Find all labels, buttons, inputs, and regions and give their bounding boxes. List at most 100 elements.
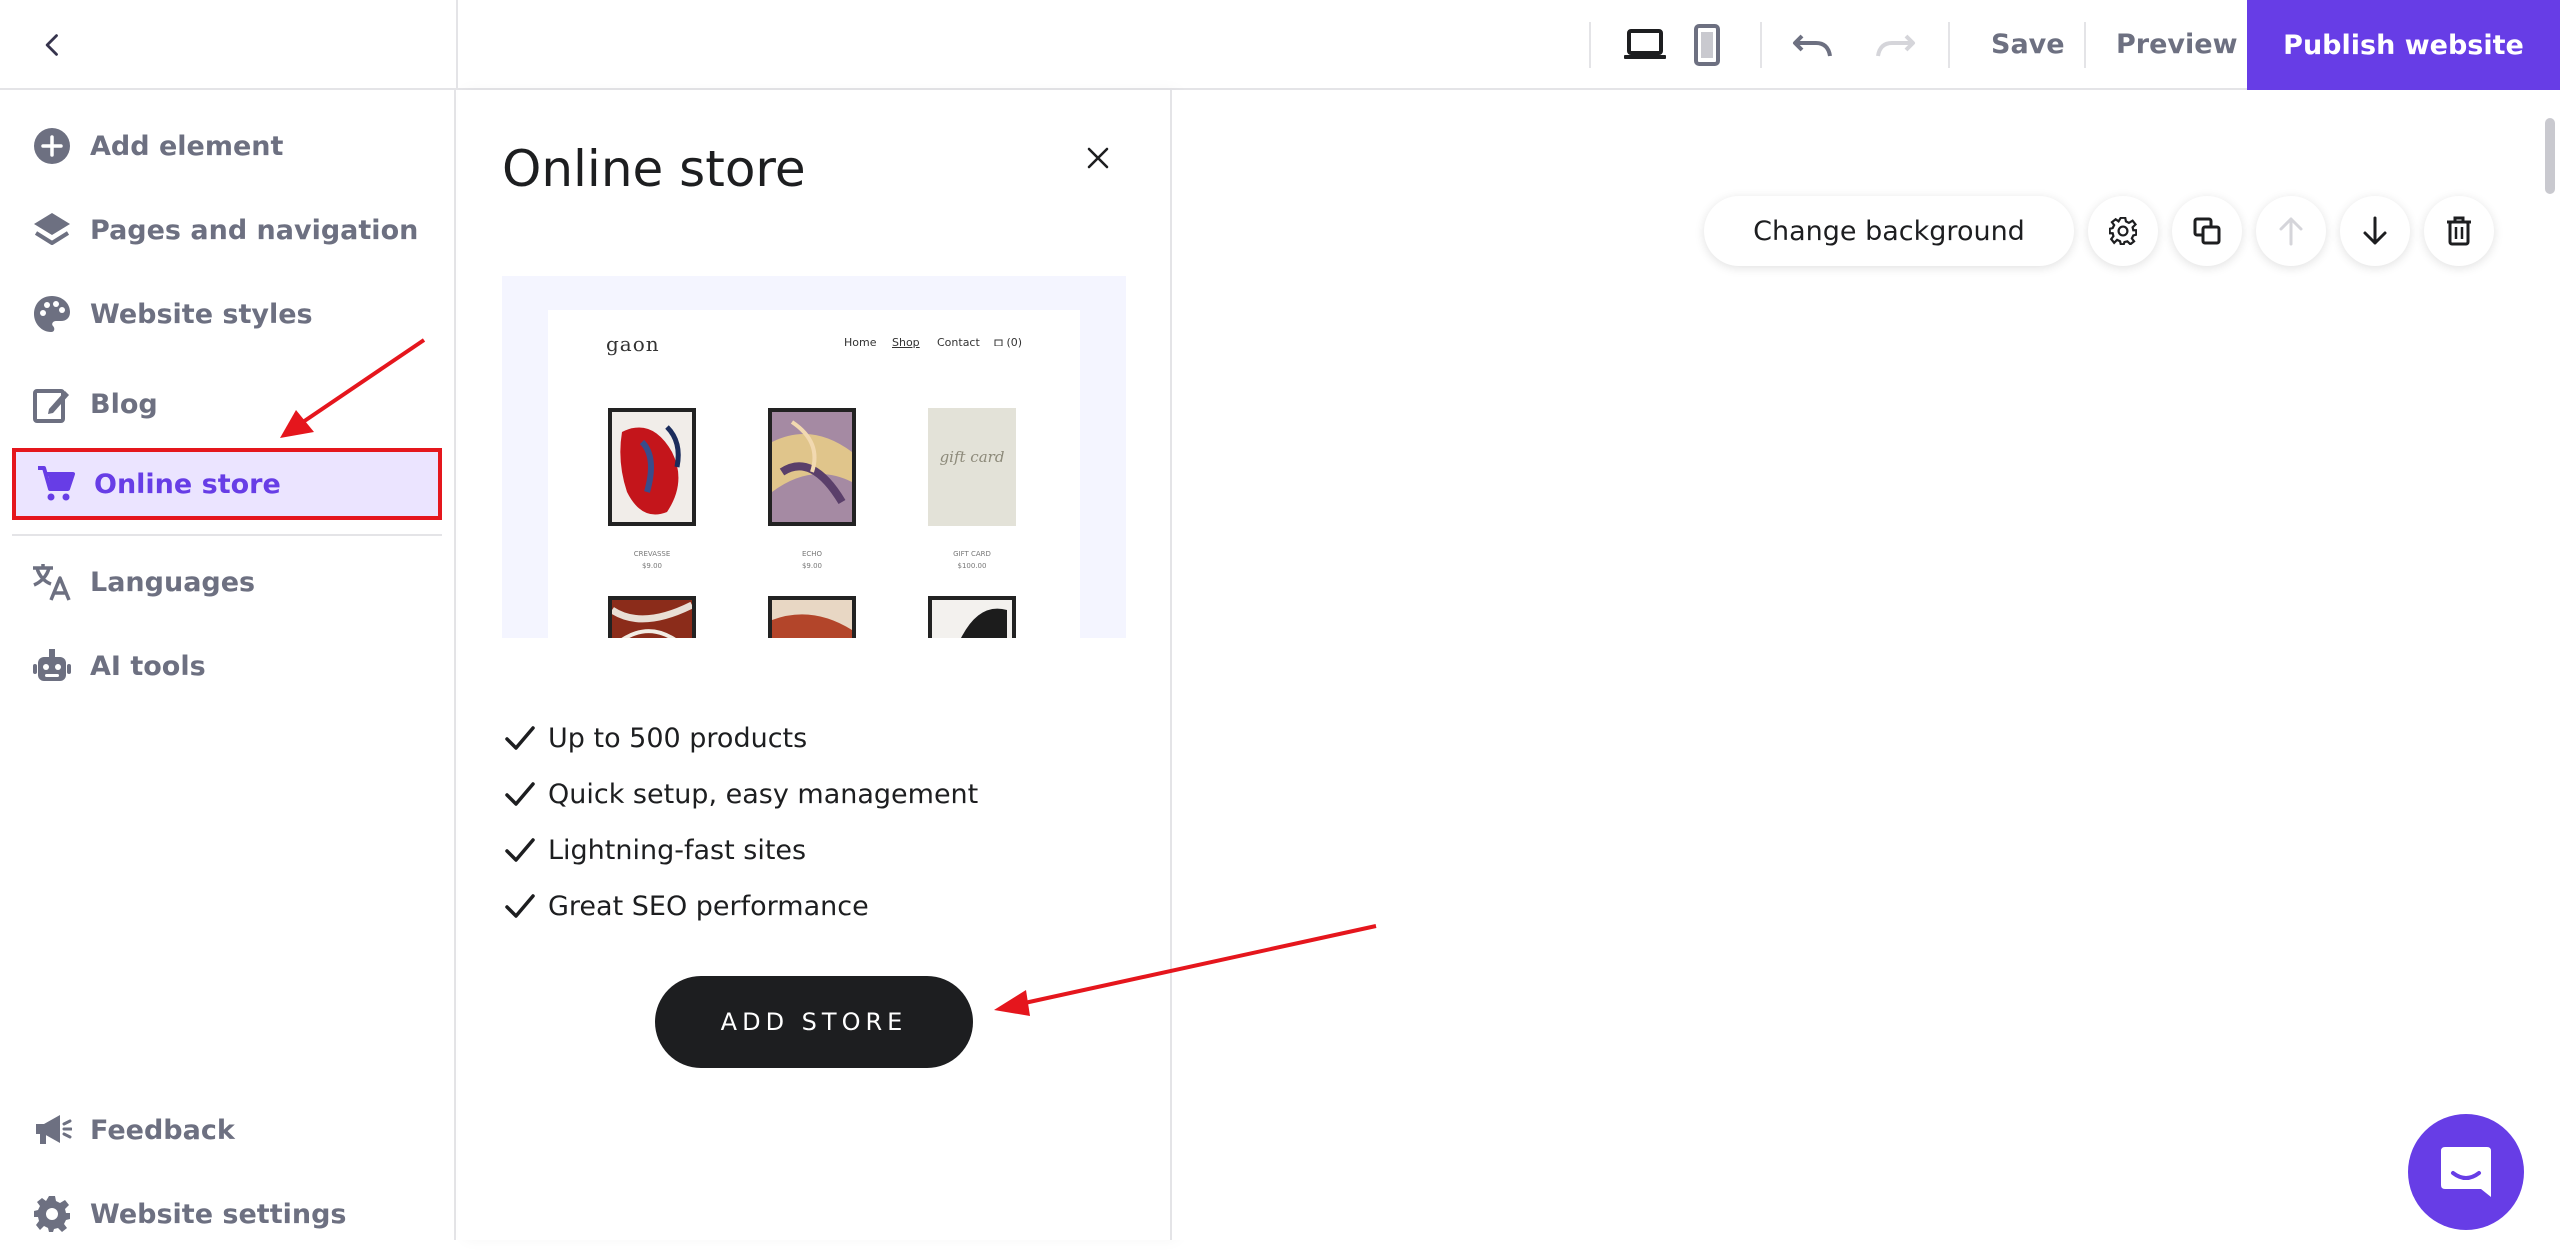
sidebar-item-add-element[interactable]: Add element [12,110,442,182]
sidebar-item-website-settings[interactable]: Website settings [12,1178,442,1250]
feature-item: Lightning-fast sites [502,822,978,878]
feature-item: Quick setup, easy management [502,766,978,822]
change-background-button[interactable]: Change background [1704,196,2074,266]
preview-product-price: $100.00 [957,562,987,570]
feature-item: Up to 500 products [502,710,978,766]
arrow-up-icon [2279,217,2303,246]
topbar-divider [1589,22,1591,68]
undo-button[interactable] [1788,20,1838,70]
copy-icon [2193,217,2221,245]
delete-section-button[interactable] [2424,196,2494,266]
gear-icon [30,1192,74,1236]
preview-product-name: CREVASSE [633,550,671,558]
megaphone-icon [30,1108,74,1152]
preview-product-price: $9.00 [801,562,823,570]
desktop-icon [1624,29,1666,59]
sidebar-item-online-store[interactable]: Online store [12,448,442,520]
store-preview-image: gaon Home Shop Contact (0) gift card CRE… [502,276,1126,638]
edit-icon [30,382,74,426]
panel-title: Online store [502,140,806,198]
topbar-divider [2084,22,2086,68]
settings-icon [2109,217,2137,245]
translate-icon [30,560,74,604]
move-up-button[interactable] [2256,196,2326,266]
close-button[interactable] [1078,138,1118,178]
trash-icon [2447,216,2471,246]
feature-text: Great SEO performance [548,890,869,922]
sidebar-item-pages-navigation[interactable]: Pages and navigation [12,194,442,266]
topbar-divider [1948,22,1950,68]
feature-text: Quick setup, easy management [548,778,979,810]
sidebar-item-label: Pages and navigation [90,214,419,246]
feature-list: Up to 500 products Quick setup, easy man… [502,710,978,934]
feature-text: Lightning-fast sites [548,834,807,866]
preview-cart-count: (0) [1006,336,1023,349]
preview-product-name: ECHO [801,550,823,558]
preview-logo: gaon [606,332,660,356]
sidebar-item-languages[interactable]: Languages [12,546,442,618]
preview-nav-item: Shop [892,336,920,349]
sidebar-item-label: Feedback [90,1114,235,1146]
check-icon [502,720,538,756]
sidebar-item-label: Website settings [90,1198,347,1230]
desktop-view-button[interactable] [1620,20,1670,70]
layers-icon [30,208,74,252]
save-button[interactable]: Save [1991,26,2065,64]
publish-website-button[interactable]: Publish website [2247,0,2560,90]
preview-product-image [768,408,856,526]
sidebar-item-label: Add element [90,130,284,162]
sidebar-item-feedback[interactable]: Feedback [12,1094,442,1166]
sidebar: Add element Pages and navigation Website… [0,90,456,1240]
close-icon [1087,147,1109,169]
mobile-icon [1694,24,1720,66]
editor-canvas[interactable]: Change background [1172,90,2560,1240]
preview-product-image [608,408,696,526]
online-store-panel: Online store gaon Home Shop Contact (0) … [458,90,1172,1240]
preview-nav-item: Home [844,336,877,349]
preview-product-image [608,596,696,638]
robot-icon [30,644,74,688]
preview-gift-card: gift card [928,408,1016,526]
store-preview-page: gaon Home Shop Contact (0) gift card CRE… [548,310,1080,638]
sidebar-item-label: AI tools [90,650,206,682]
sidebar-item-label: Online store [94,468,281,500]
preview-cart: (0) [994,336,1022,349]
undo-icon [1793,34,1832,57]
palette-icon [30,292,74,336]
redo-button[interactable] [1870,20,1920,70]
plus-circle-icon [30,124,74,168]
feature-item: Great SEO performance [502,878,978,934]
move-down-button[interactable] [2340,196,2410,266]
sidebar-divider [12,534,442,536]
feature-text: Up to 500 products [548,722,808,754]
bag-icon [994,339,1003,347]
duplicate-section-button[interactable] [2172,196,2242,266]
sidebar-item-blog[interactable]: Blog [12,368,442,440]
check-icon [502,776,538,812]
canvas-scrollbar[interactable] [2545,118,2555,194]
preview-button[interactable]: Preview [2116,26,2238,64]
chat-support-button[interactable] [2408,1114,2524,1230]
back-button[interactable] [30,22,76,68]
sidebar-item-ai-tools[interactable]: AI tools [12,630,442,702]
add-store-button[interactable]: ADD STORE [655,976,973,1068]
chat-icon [2441,1147,2491,1197]
sidebar-item-website-styles[interactable]: Website styles [12,278,442,350]
preview-product-image [768,596,856,638]
sidebar-item-label: Languages [90,566,256,598]
arrow-down-icon [2363,216,2387,245]
gift-card-text: gift card [939,448,1005,466]
redo-icon [1876,34,1915,57]
topbar-divider [456,0,458,90]
sidebar-item-label: Blog [90,388,158,420]
check-icon [502,888,538,924]
mobile-view-button[interactable] [1682,20,1732,70]
check-icon [502,832,538,868]
preview-product-name: GIFT CARD [953,550,991,558]
sidebar-item-label: Website styles [90,298,313,330]
top-bar: Save Preview Publish website [0,0,2560,90]
cart-icon [34,462,78,506]
section-settings-button[interactable] [2088,196,2158,266]
topbar-divider [1760,22,1762,68]
preview-product-image [928,596,1016,638]
